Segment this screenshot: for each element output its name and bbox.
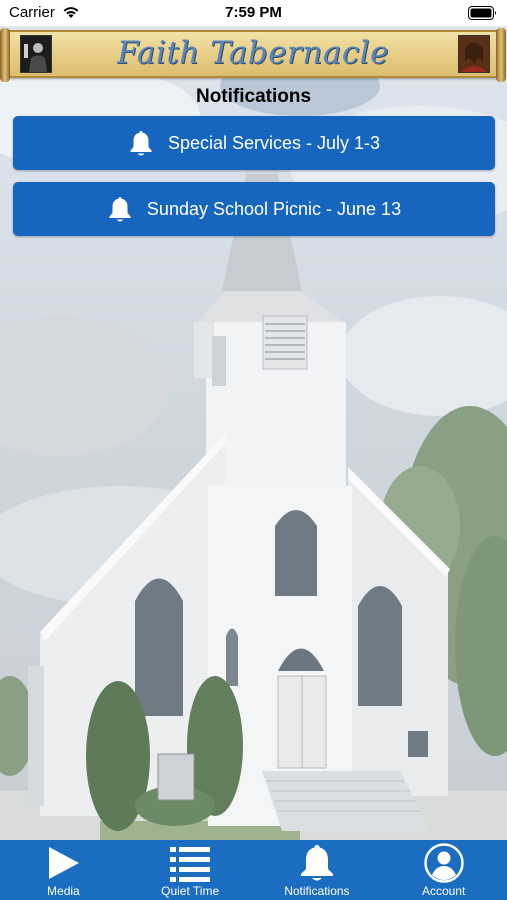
notification-button-sunday-school-picnic[interactable]: Sunday School Picnic - June 13 [13,182,495,236]
account-icon [423,843,464,883]
jesus-portrait-image [458,35,490,73]
tab-label: Quiet Time [161,884,220,898]
tab-label: Account [421,884,466,898]
list-icon [170,847,211,882]
bell-icon [109,197,131,222]
bell-icon [130,131,152,156]
notification-label: Special Services - July 1-3 [167,132,381,153]
tab-account[interactable]: Account [380,840,507,900]
tab-quiet-time[interactable]: Quiet Time [127,840,254,900]
tab-bar: Media Quiet Time Notifications Account [0,840,507,900]
clock: 7:59 PM [225,4,282,21]
battery-icon [468,6,496,20]
status-bar: Carrier 7:59 PM [0,0,507,26]
notification-label: Sunday School Picnic - June 13 [146,198,402,219]
app-banner: Faith Tabernacle [0,28,506,82]
page-title: Notifications [195,86,312,107]
notification-button-special-services[interactable]: Special Services - July 1-3 [13,116,495,170]
bell-icon [300,845,333,881]
play-icon [49,847,80,879]
tab-notifications[interactable]: Notifications [254,840,381,900]
tab-label: Media [47,884,80,898]
tab-media[interactable]: Media [0,840,127,900]
tab-label: Notifications [284,884,350,898]
app-title: Faith Tabernacle [117,35,389,71]
